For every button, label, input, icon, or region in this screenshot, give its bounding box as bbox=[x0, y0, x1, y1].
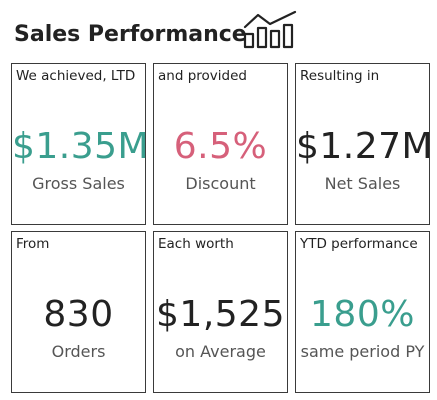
kpi-card-label: YTD performance bbox=[300, 236, 418, 252]
kpi-card-ytd-performance: YTD performance 180% same period PY bbox=[295, 231, 430, 393]
kpi-card-value: 180% bbox=[310, 294, 415, 335]
kpi-card-value: 6.5% bbox=[173, 126, 268, 167]
kpi-card-label: and provided bbox=[158, 68, 247, 84]
kpi-card-caption: on Average bbox=[175, 342, 266, 361]
kpi-card-value: 830 bbox=[43, 294, 114, 335]
kpi-card-caption: Discount bbox=[185, 174, 256, 193]
kpi-card-label: Each worth bbox=[158, 236, 234, 252]
kpi-card-caption: Net Sales bbox=[324, 174, 401, 193]
page-title: Sales Performance bbox=[14, 22, 247, 47]
bar-chart-trend-icon bbox=[243, 10, 297, 49]
kpi-card-average-order: Each worth $1,525 on Average bbox=[153, 231, 288, 393]
kpi-card-value: $1.35M bbox=[12, 126, 150, 167]
kpi-card-value: $1.27M bbox=[296, 126, 434, 167]
kpi-card-gross-sales: We achieved, LTD $1.35M Gross Sales bbox=[11, 63, 150, 225]
kpi-card-net-sales: Resulting in $1.27M Net Sales bbox=[295, 63, 434, 225]
kpi-card-label: Resulting in bbox=[300, 68, 380, 84]
kpi-card-discount: and provided 6.5% Discount bbox=[153, 63, 288, 225]
kpi-card-label: From bbox=[16, 236, 50, 252]
kpi-card-orders: From 830 Orders bbox=[11, 231, 146, 393]
kpi-card-caption: Gross Sales bbox=[32, 174, 125, 193]
kpi-card-value: $1,525 bbox=[156, 294, 285, 335]
kpi-card-label: We achieved, LTD bbox=[16, 68, 136, 84]
kpi-card-caption: same period PY bbox=[300, 342, 425, 361]
kpi-card-caption: Orders bbox=[51, 342, 106, 361]
